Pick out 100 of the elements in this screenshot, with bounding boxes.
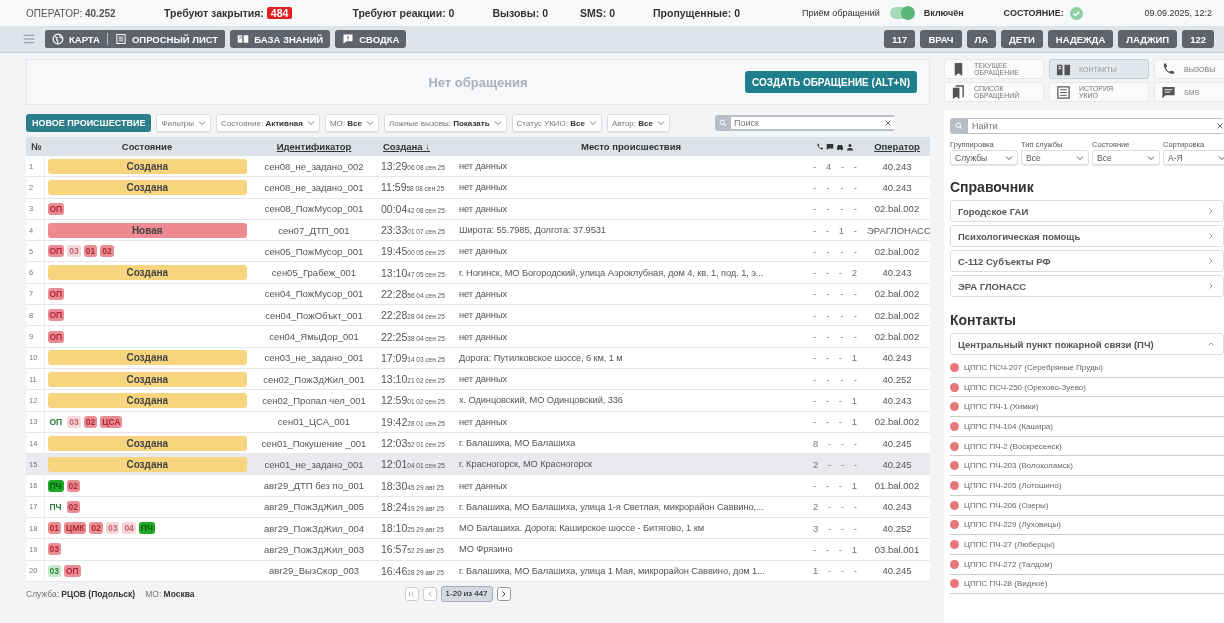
count: - bbox=[840, 565, 845, 577]
service-tag: 01 bbox=[47, 522, 61, 535]
next-page-button[interactable] bbox=[496, 586, 511, 601]
select-field[interactable]: Службы bbox=[950, 150, 1018, 165]
service-button[interactable]: ДЕТИ bbox=[1001, 30, 1043, 48]
filter-dropdown[interactable]: Ложные вызовы: Показать bbox=[383, 114, 507, 132]
count: - bbox=[825, 224, 830, 236]
column-header: Место происшествия bbox=[581, 141, 681, 152]
directory-item[interactable]: С-112 Субъекты РФ bbox=[950, 250, 1224, 272]
count: - bbox=[828, 458, 832, 470]
page-indicator[interactable]: 1-20 из 447 bbox=[440, 585, 493, 602]
service-tag: ПЧ bbox=[47, 479, 64, 492]
count: - bbox=[853, 501, 857, 513]
contact-item[interactable]: ЦППС ПЧ-104 (Кашира) bbox=[950, 417, 1224, 437]
directory-item[interactable]: ЭРА ГЛОНАСС bbox=[950, 275, 1224, 297]
contact-item[interactable]: ЦППС ПЧ-28 (Видное) bbox=[950, 574, 1224, 595]
select-field[interactable]: Все bbox=[1092, 150, 1160, 165]
service-tag: 03 bbox=[47, 543, 61, 556]
operator-id: 02.bal.002 bbox=[874, 245, 920, 257]
contact-item[interactable]: ЦППС ПЧ-272 (Талдом) bbox=[950, 554, 1224, 575]
contact-item[interactable]: ЦППС ПЧ-203 (Волоколамск) bbox=[950, 456, 1224, 477]
count: 3 bbox=[813, 522, 819, 534]
search-field[interactable]: Поиск bbox=[714, 115, 895, 131]
contact-item[interactable]: ЦППС ПЧ-27 (Люберцы) bbox=[950, 535, 1224, 555]
count: 1 bbox=[851, 394, 857, 406]
service-tag: ПЧ bbox=[47, 500, 64, 513]
service-tag: 03 bbox=[67, 415, 81, 428]
operator-id: 02.bal.002 bbox=[874, 309, 920, 321]
chevron-down-icon bbox=[1218, 153, 1224, 162]
service-tag: ОП bbox=[47, 330, 65, 343]
mo-info: МО: Москва bbox=[145, 588, 195, 599]
contact-item[interactable]: ЦППС ПСЧ-207 (Серебряные Пруды) bbox=[950, 358, 1224, 378]
status-badge: Создана bbox=[47, 179, 247, 195]
incident-place: МО Фрязино bbox=[459, 544, 513, 555]
incident-place: нет данных bbox=[459, 416, 508, 427]
select-field[interactable]: Все bbox=[1021, 150, 1089, 165]
search-icon bbox=[718, 119, 727, 127]
contact-item[interactable]: ЦППС ПЧ-206 (Озеры) bbox=[950, 495, 1224, 516]
service-button[interactable]: ВРАЧ bbox=[920, 30, 962, 48]
chat-icon bbox=[826, 142, 834, 151]
filter-dropdown[interactable]: Статус УКИО: Все bbox=[511, 114, 602, 132]
incident-id: авг29_ВызСкор_003 bbox=[269, 565, 359, 577]
contact-item[interactable]: ЦППС ПЧ-205 (Лотошино) bbox=[950, 476, 1224, 496]
new-incident-button[interactable]: НОВОЕ ПРОИСШЕСТВИЕ bbox=[26, 114, 152, 132]
count: 4 bbox=[825, 160, 832, 172]
contact-item[interactable]: ЦППС ПЧ-229 (Луховицы) bbox=[950, 515, 1224, 536]
service-button[interactable]: НАДЕЖДА bbox=[1047, 30, 1114, 48]
incident-id: сен04_ПожОбъкт_001 bbox=[265, 309, 363, 321]
operator-id: 02.bal.002 bbox=[874, 203, 920, 215]
service-button[interactable]: ЛАДЖИП bbox=[1118, 30, 1178, 48]
search-field[interactable]: Найти bbox=[950, 118, 1224, 134]
filter-dropdown[interactable]: Состояние: Активная bbox=[216, 114, 320, 132]
service-tag: 02 bbox=[83, 415, 98, 428]
filter-dropdown[interactable]: МО: Все bbox=[324, 114, 379, 132]
count: - bbox=[838, 480, 842, 492]
incident-place: нет данных bbox=[459, 182, 508, 193]
count: - bbox=[838, 394, 842, 406]
contact-group[interactable]: Центральный пункт пожарной связи (ПЧ) bbox=[950, 333, 1224, 355]
count: - bbox=[813, 352, 817, 364]
count: - bbox=[825, 394, 830, 406]
service-button[interactable]: 117 bbox=[884, 30, 916, 48]
count: - bbox=[828, 565, 832, 577]
list-icon bbox=[114, 33, 127, 45]
operator-id: 40.243 bbox=[882, 501, 912, 513]
incident-place: нет данных bbox=[459, 161, 508, 172]
count: - bbox=[840, 245, 844, 257]
chevron-down-icon bbox=[656, 119, 665, 127]
select-field[interactable]: А-Я bbox=[1163, 150, 1224, 165]
incident-id: сен03_не_задано_001 bbox=[264, 352, 364, 364]
directory-item[interactable]: Городское ГАИ bbox=[950, 200, 1224, 222]
service-tag: ОП bbox=[47, 287, 65, 300]
toolbar-button[interactable]: БАЗА ЗНАНИЙ bbox=[230, 30, 331, 48]
count: - bbox=[825, 544, 830, 555]
filter-dropdown[interactable]: Автор: Все bbox=[606, 114, 670, 132]
count: - bbox=[813, 373, 817, 385]
create-request-button[interactable]: СОЗДАТЬ ОБРАЩЕНИЕ (ALT+N) bbox=[744, 71, 917, 93]
service-tag: ПЧ bbox=[138, 522, 155, 535]
toolbar-button[interactable]: СВОДКА bbox=[335, 30, 407, 48]
count: - bbox=[840, 288, 844, 300]
filter-dropdown[interactable]: Фильтры bbox=[156, 114, 212, 132]
count: - bbox=[813, 331, 817, 342]
count: 1 bbox=[813, 565, 819, 577]
prev-page-button[interactable] bbox=[422, 586, 437, 601]
service-button[interactable]: ЛА bbox=[966, 30, 997, 48]
status-badge: Новая bbox=[47, 222, 247, 238]
chevron-right-icon bbox=[1207, 207, 1215, 215]
contact-item[interactable]: ЦППС ПЧ-2 (Воскресенск) bbox=[950, 436, 1224, 457]
count: - bbox=[840, 331, 844, 342]
chevron-right-icon bbox=[1207, 257, 1215, 265]
intake-toggle[interactable] bbox=[889, 7, 914, 19]
first-page-button[interactable] bbox=[404, 586, 419, 601]
count: - bbox=[853, 288, 857, 300]
datetime: 09.09.2025, 12:2 bbox=[1144, 8, 1212, 18]
service-button[interactable]: 122 bbox=[1182, 30, 1214, 48]
incident-id: сен02_Пропал чел_001 bbox=[262, 394, 366, 406]
contact-item[interactable]: ЦППС ПСЧ-250 (Орехово-Зуево) bbox=[950, 377, 1224, 398]
contact-item[interactable]: ЦППС ПЧ-1 (Химки) bbox=[950, 397, 1224, 418]
count: 1 bbox=[851, 544, 857, 555]
directory-item[interactable]: Психологическая помощь bbox=[950, 225, 1224, 247]
status-badge: Создана bbox=[47, 392, 247, 408]
